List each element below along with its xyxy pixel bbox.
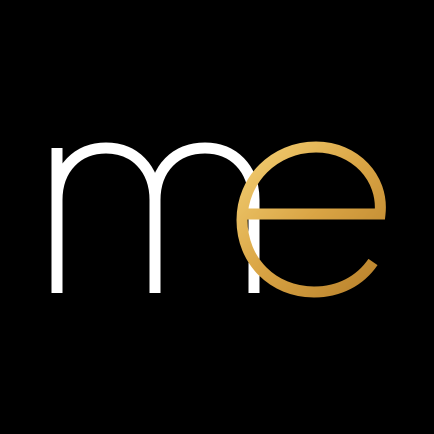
me-logo: me bbox=[0, 0, 434, 434]
app-icon: me bbox=[0, 0, 434, 434]
